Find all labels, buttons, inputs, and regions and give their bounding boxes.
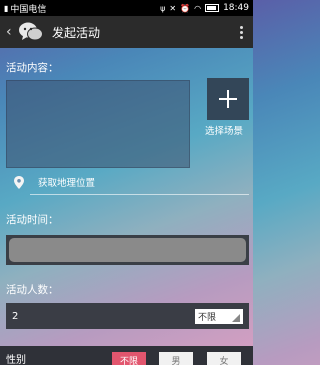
add-scene-button[interactable]	[207, 78, 249, 120]
time-field[interactable]	[6, 235, 249, 265]
dropdown-corner-icon	[232, 313, 240, 322]
gender-male-button[interactable]: 男	[159, 352, 193, 365]
count-value[interactable]: 2	[12, 311, 18, 322]
location-label[interactable]: 获取地理位置	[38, 175, 95, 189]
count-field[interactable]: 2 不限	[6, 303, 249, 329]
content-label: 活动内容：	[6, 62, 59, 74]
battery-icon	[205, 4, 220, 12]
time-input[interactable]	[9, 238, 246, 262]
location-row[interactable]: 获取地理位置	[14, 175, 95, 189]
count-label: 活动人数：	[6, 284, 59, 296]
title-bar: ‹ 发起活动	[0, 16, 253, 48]
gender-any-button[interactable]: 不限	[112, 352, 146, 365]
page-title: 发起活动	[52, 25, 101, 40]
wechat-logo-icon	[18, 21, 44, 43]
limit-select-value: 不限	[198, 312, 217, 323]
status-bar: ▮ 中国电信 ψ ✕ ⏰ ◠ 18:49	[0, 0, 253, 16]
add-scene-label[interactable]: 选择场景	[205, 123, 243, 137]
back-chevron-icon[interactable]: ‹	[6, 24, 16, 40]
limit-select[interactable]: 不限	[195, 308, 243, 324]
wifi-icon: ◠	[194, 3, 202, 13]
gender-row: 性别 不限 男 女	[0, 346, 253, 365]
location-pin-icon	[14, 175, 24, 189]
status-icons: ψ ✕ ⏰ ◠ 18:49	[160, 3, 249, 13]
carrier-name: 中国电信	[10, 4, 47, 15]
divider	[30, 194, 249, 195]
plus-icon	[219, 90, 237, 108]
mute-icon: ✕	[169, 3, 177, 13]
signal-icon: ▮	[4, 3, 9, 13]
usb-icon: ψ	[160, 3, 166, 13]
time-label: 活动时间：	[6, 214, 59, 226]
overflow-menu-icon[interactable]	[236, 22, 247, 43]
gender-female-button[interactable]: 女	[207, 352, 241, 365]
content-input[interactable]	[6, 80, 190, 168]
alarm-icon: ⏰	[180, 3, 191, 13]
gender-label: 性别	[6, 355, 26, 365]
clock: 18:49	[223, 3, 249, 13]
